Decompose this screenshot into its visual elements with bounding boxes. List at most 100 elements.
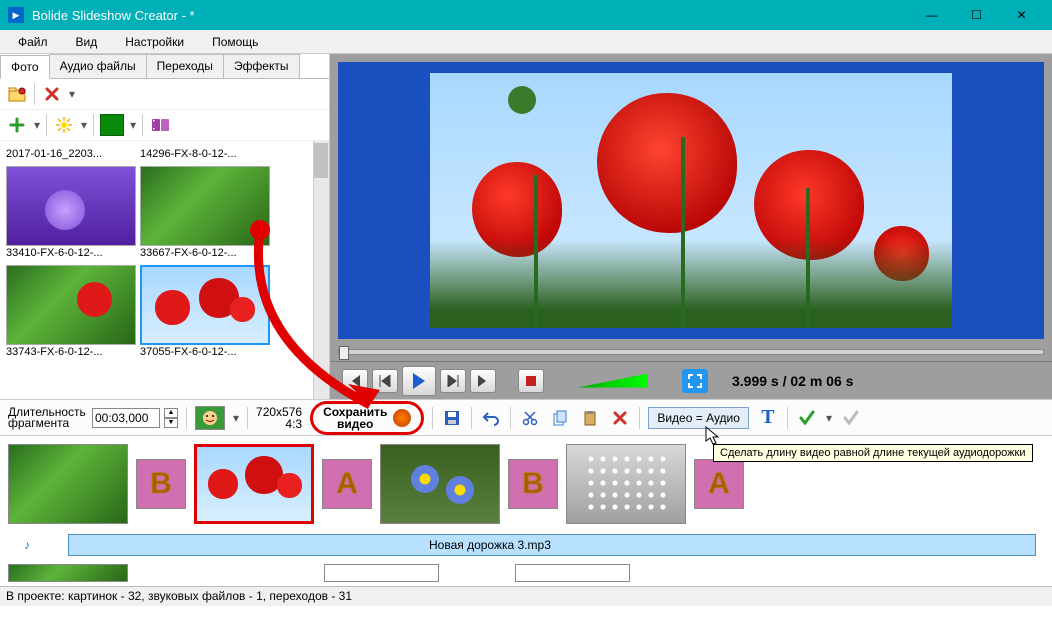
thumbnail-item[interactable]: 14296-FX-8-0-12-...	[140, 147, 270, 164]
scrub-bar[interactable]	[338, 343, 1044, 361]
tab-transitions[interactable]: Переходы	[146, 54, 224, 78]
timeline-clip[interactable]	[515, 564, 630, 582]
add-button[interactable]	[6, 114, 28, 136]
next-frame-button[interactable]	[440, 369, 466, 393]
preview-video[interactable]	[338, 62, 1044, 339]
delete-button[interactable]	[609, 407, 631, 429]
x-icon	[612, 410, 628, 426]
menu-settings[interactable]: Настройки	[111, 32, 198, 52]
fullscreen-button[interactable]	[682, 369, 708, 393]
tab-effects[interactable]: Эффекты	[223, 54, 300, 78]
transition-b[interactable]: B	[136, 459, 186, 509]
menu-view[interactable]: Вид	[62, 32, 112, 52]
menubar: Файл Вид Настройки Помощь	[0, 30, 1052, 54]
thumbnail-list[interactable]: 2017-01-16_2203... 14296-FX-8-0-12-... 3…	[0, 141, 329, 399]
save-button[interactable]	[441, 407, 463, 429]
dropdown-arrow[interactable]: ▾	[69, 87, 75, 101]
play-button[interactable]	[402, 366, 436, 396]
timeline-clip[interactable]	[8, 564, 128, 582]
minimize-button[interactable]: —	[909, 0, 954, 30]
thumbnail-label: 37055-FX-6-0-12-...	[140, 345, 270, 362]
audio-track-label: Новая дорожка 3.mp3	[429, 538, 551, 552]
paste-button[interactable]	[579, 407, 601, 429]
record-icon	[393, 409, 411, 427]
timeline-toolbar: Длительность фрагмента ▲ ▼ ▾ 720x576 4:3…	[0, 400, 1052, 436]
audio-track[interactable]: Новая дорожка 3.mp3	[68, 534, 1036, 556]
tab-audio[interactable]: Аудио файлы	[49, 54, 147, 78]
timeline-clip-selected[interactable]	[194, 444, 314, 524]
tab-photo[interactable]: Фото	[0, 55, 50, 79]
paste-icon	[581, 409, 599, 427]
prev-frame-button[interactable]	[372, 369, 398, 393]
dropdown-arrow[interactable]: ▾	[826, 411, 832, 425]
transition-a[interactable]: A	[322, 459, 372, 509]
save-video-button[interactable]: Сохранить видео	[310, 401, 424, 435]
thumbnail-item[interactable]: 33410-FX-6-0-12-...	[6, 166, 136, 263]
playback-time: 3.999 s / 02 m 06 s	[732, 373, 853, 389]
effect-toolbar: ▾ ▾ ▾	[0, 110, 329, 141]
thumbnail-item[interactable]: 2017-01-16_2203...	[6, 147, 136, 164]
thumbnail-item[interactable]: 33667-FX-6-0-12-...	[140, 166, 270, 263]
close-button[interactable]: ✕	[999, 0, 1044, 30]
text-button[interactable]: T	[757, 407, 779, 429]
resolution-display: 720x576 4:3	[256, 406, 302, 430]
menu-help[interactable]: Помощь	[198, 32, 272, 52]
color-green-button[interactable]	[100, 114, 124, 136]
fragment-duration-input[interactable]	[92, 408, 160, 428]
next-end-button[interactable]	[470, 369, 496, 393]
maximize-button[interactable]: ☐	[954, 0, 999, 30]
apply-button[interactable]	[796, 407, 818, 429]
statusbar: В проекте: картинок - 32, звуковых файло…	[0, 586, 1052, 606]
dropdown-arrow[interactable]: ▾	[34, 118, 40, 132]
face-button[interactable]	[195, 406, 225, 430]
prev-start-button[interactable]	[342, 369, 368, 393]
text-icon: T	[761, 406, 774, 429]
separator	[639, 407, 640, 429]
folder-icon	[8, 86, 26, 102]
dropdown-arrow[interactable]: ▾	[233, 411, 239, 425]
cursor-icon	[705, 426, 721, 446]
thumbnail-image	[140, 166, 270, 246]
scrollbar[interactable]	[313, 141, 329, 399]
thumbnail-item-selected[interactable]: 37055-FX-6-0-12-...	[140, 265, 270, 362]
dropdown-arrow[interactable]: ▾	[81, 118, 87, 132]
scrub-handle[interactable]	[339, 346, 349, 360]
dropdown-arrow[interactable]: ▾	[130, 118, 136, 132]
stop-button[interactable]	[518, 369, 544, 393]
open-folder-button[interactable]	[6, 83, 28, 105]
playback-controls: 3.999 s / 02 m 06 s	[330, 361, 1052, 399]
thumbnail-image	[6, 265, 136, 345]
timeline-clip[interactable]	[8, 444, 128, 524]
timeline-clip[interactable]	[380, 444, 500, 524]
separator	[34, 83, 35, 105]
sunburst-button[interactable]	[53, 114, 75, 136]
scrub-track[interactable]	[338, 349, 1044, 355]
separator	[186, 407, 187, 429]
undo-button[interactable]	[480, 407, 502, 429]
video-equals-audio-button[interactable]: Видео = Аудио	[648, 407, 749, 429]
diskette-icon	[443, 409, 461, 427]
spinner-down[interactable]: ▼	[164, 418, 178, 428]
face-icon	[201, 409, 219, 427]
transition-a[interactable]: A	[694, 459, 744, 509]
audio-track-icon: ♪	[16, 534, 38, 556]
transition-label: A	[336, 467, 358, 501]
copy-button[interactable]	[549, 407, 571, 429]
cut-button[interactable]	[519, 407, 541, 429]
thumbnail-label: 2017-01-16_2203...	[6, 147, 136, 164]
timeline-clip[interactable]	[324, 564, 439, 582]
film-button[interactable]	[149, 114, 171, 136]
scrollbar-thumb[interactable]	[314, 143, 328, 178]
remove-button[interactable]	[41, 83, 63, 105]
spinner-up[interactable]: ▲	[164, 408, 178, 418]
video-track-2	[8, 564, 1044, 582]
volume-slider[interactable]	[578, 374, 648, 388]
transition-b[interactable]: B	[508, 459, 558, 509]
menu-file[interactable]: Файл	[4, 32, 62, 52]
timeline-clip[interactable]	[566, 444, 686, 524]
separator	[471, 407, 472, 429]
sunburst-icon	[56, 117, 72, 133]
thumbnail-label: 14296-FX-8-0-12-...	[140, 147, 270, 164]
thumbnail-item[interactable]: 33743-FX-6-0-12-...	[6, 265, 136, 362]
separator	[93, 114, 94, 136]
